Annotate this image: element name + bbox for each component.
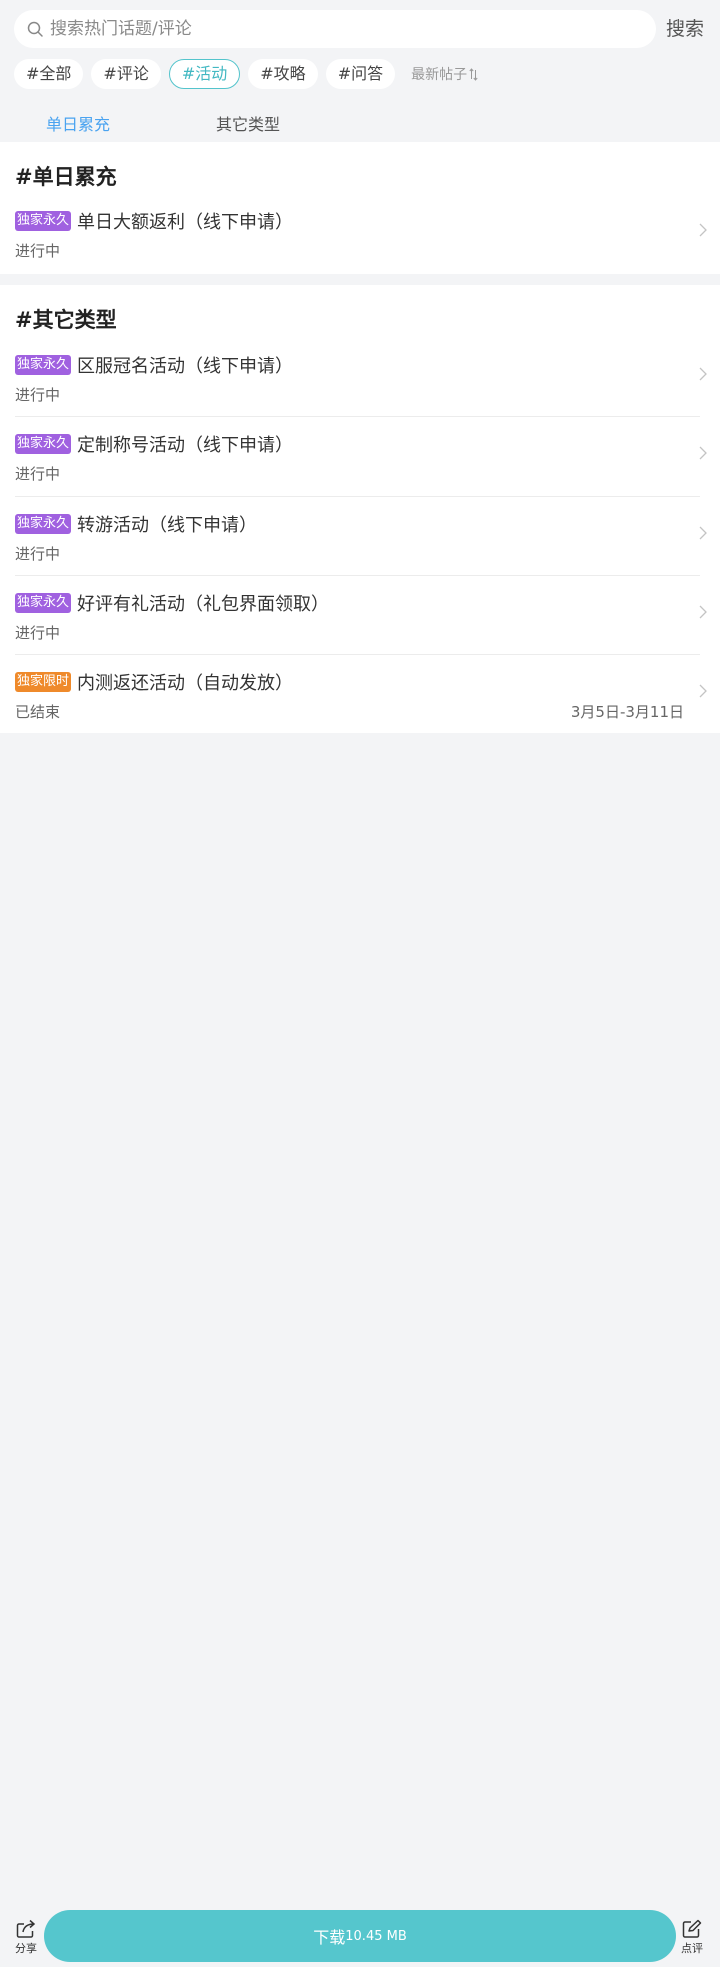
tab-other-types[interactable]: 其它类型 — [216, 111, 280, 135]
divider — [15, 575, 700, 576]
search-button[interactable]: 搜索 — [666, 14, 704, 41]
item-status: 进行中 — [15, 465, 61, 483]
item-title: 单日大额返利（线下申请） — [77, 212, 294, 233]
item-title: 定制称号活动（线下申请） — [77, 435, 294, 456]
list-item[interactable]: 独家永久 好评有礼活动（礼包界面领取） 进行中 — [0, 590, 720, 642]
chevron-right-icon — [699, 684, 707, 698]
chevron-right-icon — [699, 605, 707, 619]
share-button[interactable]: 分享 — [10, 1919, 42, 1956]
chip-events[interactable]: #活动 — [168, 59, 241, 89]
item-title: 内测返还活动（自动发放） — [77, 673, 294, 694]
list-item[interactable]: 独家永久 定制称号活动（线下申请） 进行中 — [0, 431, 720, 483]
section-daily-recharge: #单日累充 独家永久 单日大额返利（线下申请） 进行中 — [0, 142, 720, 274]
download-label: 下载 — [313, 1928, 346, 1947]
chip-qa[interactable]: #问答 — [325, 59, 396, 89]
item-status: 进行中 — [15, 545, 61, 563]
list-item[interactable]: 独家永久 转游活动（线下申请） 进行中 — [0, 511, 720, 563]
chip-all[interactable]: #全部 — [14, 59, 84, 89]
section-title: #单日累充 — [15, 165, 117, 189]
review-label: 点评 — [681, 1942, 703, 1955]
search-box[interactable] — [14, 10, 656, 48]
item-title: 转游活动（线下申请） — [77, 515, 258, 536]
badge-permanent: 独家永久 — [15, 211, 72, 231]
divider — [15, 416, 700, 417]
item-title: 区服冠名活动（线下申请） — [77, 356, 294, 377]
sort-label: 最新帖子 — [411, 67, 468, 83]
category-tabs: 单日累充 其它类型 — [0, 107, 720, 141]
divider — [15, 496, 700, 497]
divider — [15, 654, 700, 655]
badge-permanent: 独家永久 — [15, 434, 72, 454]
header: 搜索 #全部 #评论 #活动 #攻略 #问答 最新帖子 单日累充 其它类型 — [0, 0, 720, 142]
chip-comments[interactable]: #评论 — [91, 59, 161, 89]
item-status: 进行中 — [15, 242, 61, 260]
share-icon — [16, 1919, 36, 1938]
list-item[interactable]: 独家永久 区服冠名活动（线下申请） 进行中 — [0, 352, 720, 404]
tab-daily-recharge[interactable]: 单日累充 — [46, 111, 110, 135]
item-date-range: 3月5日-3月11日 — [570, 703, 684, 721]
section-title: #其它类型 — [15, 308, 117, 332]
badge-permanent: 独家永久 — [15, 355, 72, 375]
sort-icon — [469, 67, 478, 81]
review-button[interactable]: 点评 — [676, 1919, 708, 1956]
badge-limited: 独家限时 — [15, 672, 72, 692]
item-status: 进行中 — [15, 624, 61, 642]
download-button[interactable]: 下载 10.45 MB — [44, 1910, 676, 1962]
list-item[interactable]: 独家永久 单日大额返利（线下申请） 进行中 — [0, 208, 720, 260]
badge-permanent: 独家永久 — [15, 593, 72, 613]
item-status: 进行中 — [15, 386, 61, 404]
chevron-right-icon — [699, 367, 707, 381]
search-icon — [27, 21, 43, 37]
item-title: 好评有礼活动（礼包界面领取） — [77, 594, 330, 615]
search-input[interactable] — [48, 18, 612, 40]
item-status: 已结束 — [15, 703, 61, 721]
chevron-right-icon — [699, 223, 707, 237]
chip-guides[interactable]: #攻略 — [248, 59, 318, 89]
share-label: 分享 — [15, 1942, 37, 1955]
badge-permanent: 独家永久 — [15, 514, 72, 534]
chevron-right-icon — [699, 446, 707, 460]
section-other-types: #其它类型 独家永久 区服冠名活动（线下申请） 进行中 独家永久 定制称号活动（… — [0, 285, 720, 733]
filter-chips: #全部 #评论 #活动 #攻略 #问答 最新帖子 — [14, 59, 478, 89]
chevron-right-icon — [699, 526, 707, 540]
download-size: 10.45 MB — [345, 1928, 407, 1944]
edit-icon — [682, 1919, 702, 1938]
bottom-bar: 分享 下载 10.45 MB 点评 — [0, 1905, 720, 1967]
sort-toggle[interactable]: 最新帖子 — [411, 64, 478, 84]
list-item[interactable]: 独家限时 内测返还活动（自动发放） 已结束 3月5日-3月11日 — [0, 669, 720, 721]
